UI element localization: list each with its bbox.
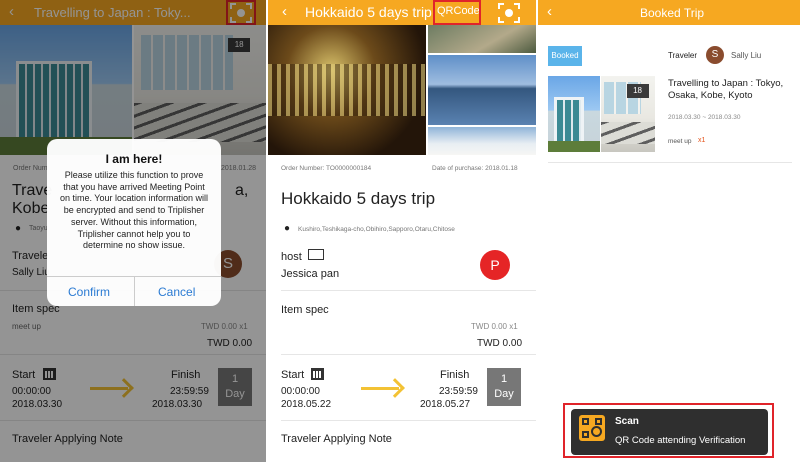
finish-time: 23:59:59 [439,386,478,397]
dialog-message: Please utilize this function to prove th… [59,170,209,251]
start-time: 00:00:00 [281,386,320,397]
arrow-right-icon-head [385,378,405,398]
trip-photo-snow [428,127,536,155]
divider [281,354,536,355]
toast-title: Scan [615,416,639,427]
dialog-title: I am here! [105,152,163,166]
finish-date: 2018.05.27 [420,399,471,410]
start-date: 2018.05.22 [281,399,332,410]
traveler-label: Traveler [668,51,698,60]
trip-photo-hall: 18 [601,76,655,152]
arrival-dialog: I am here! Please utilize this function … [47,139,221,306]
start-label: Start [281,369,305,381]
panel-trip-detail-dialog: ‹ Travelling to Japan : Toky... 18 Order… [0,0,266,462]
header-title: Hokkaido 5 days trip [305,4,432,20]
header-bar: ‹ Hokkaido 5 days trip QRCode [268,0,536,25]
dialog-button-separator [134,276,135,306]
date-range: 2018.03.30 ~ 2018.03.30 [668,114,741,121]
price-total: TWD 0.00 [477,338,523,349]
trip-photo-vineyard [428,25,536,53]
mail-icon[interactable] [308,249,324,260]
panel-booked-trip: ‹ Booked Trip Booked Traveler S Sally Li… [538,0,800,462]
host-label: host [281,251,302,263]
toast-subtitle: QR Code attending Verification [615,435,746,446]
traveler-avatar[interactable]: S [706,46,724,64]
confirm-button[interactable]: Confirm [68,285,110,299]
scan-location-icon[interactable] [498,3,520,23]
days-value: 1 [500,373,508,385]
order-number: Order Number: TO0000000184 [281,165,372,172]
price-row: TWD 0.00 x1 [471,322,518,331]
traveler-name: Sally Liu [731,51,762,60]
date-of-purchase: Date of purchase: 2018.01.18 [432,165,518,172]
calendar-icon [311,368,324,380]
days-count-box: 1 Day [487,368,521,406]
trip-title: Travelling to Japan : Tokyo, Osaka, Kobe… [668,78,784,101]
panel-trip-detail-qrcode: ‹ Hokkaido 5 days trip QRCode Order Numb… [268,0,536,462]
host-avatar[interactable]: P [480,250,510,280]
divider [281,290,536,291]
location-pin-icon: ● [284,223,291,234]
header-bar: ‹ Booked Trip [538,0,800,25]
divider [548,162,792,163]
applying-note-label: Traveler Applying Note [281,433,392,445]
header-title: Booked Trip [640,6,705,20]
host-name: Jessica pan [281,268,340,280]
trip-photo-lake [428,55,536,125]
highlight-box [433,0,481,25]
location-text: Kushiro,Teshikaga-cho,Obihiro,Sapporo,Ot… [298,226,455,233]
days-label: Day [494,388,514,400]
scan-toast[interactable]: Scan QR Code attending Verification [571,409,768,455]
meetup-count: x1 [698,137,706,144]
trip-title: Hokkaido 5 days trip [281,189,436,208]
trip-photo-bar [268,25,426,155]
divider [281,420,536,421]
booked-badge: Booked [548,46,582,66]
finish-label: Finish [440,369,470,381]
qr-scan-icon [579,415,605,441]
cancel-button[interactable]: Cancel [158,285,195,299]
back-icon[interactable]: ‹ [282,3,287,20]
trip-photo-building [548,76,600,152]
meetup-label: meet up [668,138,692,145]
back-icon[interactable]: ‹ [547,3,552,20]
item-spec-label: Item spec [281,304,329,316]
